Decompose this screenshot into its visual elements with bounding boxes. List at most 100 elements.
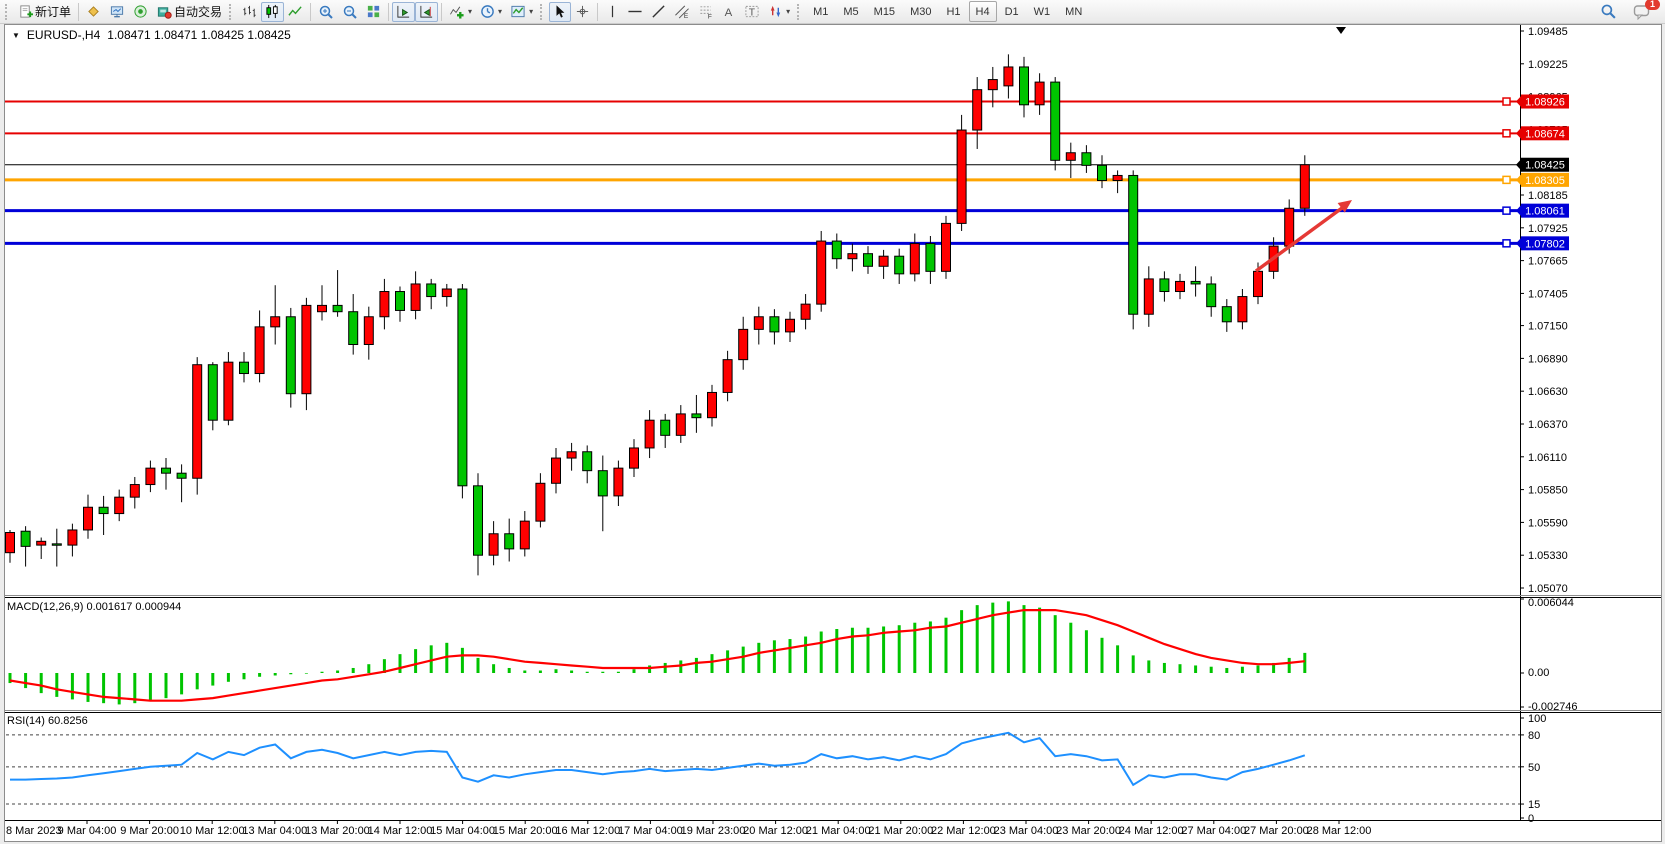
svg-text:28 Mar 12:00: 28 Mar 12:00 <box>1307 825 1372 837</box>
svg-text:1.08674: 1.08674 <box>1525 128 1565 140</box>
fibonacci-button[interactable]: F <box>694 2 718 22</box>
templates-button[interactable]: ▾ <box>506 2 537 22</box>
text-button[interactable]: A <box>718 2 740 22</box>
signal-icon <box>133 4 148 19</box>
search-icon <box>1600 3 1617 20</box>
svg-text:1.09225: 1.09225 <box>1528 59 1568 71</box>
price-tag-1.08926: 1.08926 <box>1516 95 1569 109</box>
svg-text:1.08926: 1.08926 <box>1525 97 1565 109</box>
timeframe-toolbar: M1M5M15M30H1H4D1W1MN <box>806 1 1089 22</box>
svg-text:27 Mar 04:00: 27 Mar 04:00 <box>1181 825 1246 837</box>
timeframe-button-m15[interactable]: M15 <box>867 1 902 22</box>
autotrading-button[interactable]: 自动交易 <box>152 2 226 22</box>
svg-text:-0.002746: -0.002746 <box>1528 701 1578 713</box>
svg-text:0.006044: 0.006044 <box>1528 597 1574 609</box>
indicators-button[interactable]: ▾ <box>445 2 476 22</box>
svg-text:100: 100 <box>1528 713 1546 725</box>
periods-button[interactable]: ▾ <box>476 2 506 22</box>
terminal-button[interactable] <box>105 2 129 22</box>
channel-icon: E <box>674 4 690 19</box>
vertical-line-icon <box>606 4 619 19</box>
svg-text:22 Mar 12:00: 22 Mar 12:00 <box>931 825 996 837</box>
svg-text:1.06890: 1.06890 <box>1528 353 1568 365</box>
toolbar-separator <box>441 3 442 21</box>
timeframe-button-m1[interactable]: M1 <box>806 1 835 22</box>
candlestick-chart-icon <box>265 4 280 19</box>
tile-windows-button[interactable] <box>362 2 385 22</box>
tile-windows-icon <box>366 4 381 19</box>
toolbar-grip[interactable] <box>540 4 546 20</box>
toolbar-grip[interactable] <box>5 4 11 20</box>
svg-text:1.07150: 1.07150 <box>1528 321 1568 333</box>
dropdown-arrow-icon: ▾ <box>529 7 533 16</box>
svg-text:19 Mar 23:00: 19 Mar 23:00 <box>681 825 746 837</box>
chart-title: ▼ EURUSD-,H4 1.08471 1.08471 1.08425 1.0… <box>12 28 291 42</box>
one-click-trading-toggle[interactable]: ▼ <box>12 31 20 40</box>
toolbar-separator <box>388 3 389 21</box>
chart-window[interactable]: 1.094851.092251.089651.087051.084451.081… <box>0 24 1665 844</box>
chart-canvas[interactable]: 1.094851.092251.089651.087051.084451.081… <box>0 24 1665 844</box>
horizontal-line-button[interactable] <box>623 2 647 22</box>
svg-text:21 Mar 20:00: 21 Mar 20:00 <box>868 825 933 837</box>
svg-text:24 Mar 12:00: 24 Mar 12:00 <box>1119 825 1184 837</box>
line-chart-button[interactable] <box>284 2 307 22</box>
svg-text:1.05590: 1.05590 <box>1528 517 1568 529</box>
rsi-indicator-label: RSI(14) 60.8256 <box>7 715 88 727</box>
monitor-icon <box>109 4 125 19</box>
svg-text:14 Mar 12:00: 14 Mar 12:00 <box>368 825 433 837</box>
timeframe-button-h1[interactable]: H1 <box>939 1 967 22</box>
svg-text:15 Mar 04:00: 15 Mar 04:00 <box>430 825 495 837</box>
chart-shift-icon <box>419 4 434 19</box>
fibonacci-icon: F <box>698 4 714 19</box>
bar-chart-button[interactable] <box>238 2 261 22</box>
arrows-button[interactable]: ▾ <box>764 2 794 22</box>
equidistant-channel-button[interactable]: E <box>670 2 694 22</box>
svg-text:13 Mar 20:00: 13 Mar 20:00 <box>305 825 370 837</box>
timeframe-button-h4[interactable]: H4 <box>969 1 997 22</box>
svg-text:80: 80 <box>1528 730 1540 742</box>
dropdown-arrow-icon: ▾ <box>498 7 502 16</box>
trendline-button[interactable] <box>647 2 670 22</box>
crosshair-icon <box>575 4 590 19</box>
svg-text:15: 15 <box>1528 799 1540 811</box>
crosshair-button[interactable] <box>571 2 594 22</box>
timeframe-button-m5[interactable]: M5 <box>836 1 865 22</box>
text-label-button[interactable]: T <box>740 2 764 22</box>
svg-text:1.05850: 1.05850 <box>1528 485 1568 497</box>
zoom-in-button[interactable] <box>314 2 338 22</box>
svg-text:1.07405: 1.07405 <box>1528 288 1568 300</box>
market-watch-button[interactable] <box>82 2 105 22</box>
candlestick-chart-button[interactable] <box>261 2 284 22</box>
toolbar-grip[interactable] <box>797 4 803 20</box>
price-tag-1.08425: 1.08425 <box>1516 158 1569 172</box>
toolbar-right-group: 1 <box>1596 2 1655 22</box>
new-order-icon <box>18 4 33 19</box>
signals-button[interactable] <box>129 2 152 22</box>
auto-scroll-button[interactable] <box>392 2 415 22</box>
svg-text:1.06630: 1.06630 <box>1528 386 1568 398</box>
macd-values: 0.001617 0.000944 <box>86 601 181 613</box>
timeframe-button-m30[interactable]: M30 <box>903 1 938 22</box>
new-order-button[interactable]: 新订单 <box>14 2 75 22</box>
toolbar-separator <box>310 3 311 21</box>
timeframe-button-mn[interactable]: MN <box>1058 1 1089 22</box>
svg-text:1.08425: 1.08425 <box>1525 160 1565 172</box>
svg-text:A: A <box>725 7 733 19</box>
search-button[interactable] <box>1596 2 1621 22</box>
horizontal-line-icon <box>627 4 643 19</box>
bar-chart-icon <box>242 4 257 19</box>
chart-ohlc-values: 1.08471 1.08471 1.08425 1.08425 <box>107 28 291 42</box>
line-chart-icon <box>288 4 303 19</box>
chart-shift-button[interactable] <box>415 2 438 22</box>
cursor-button[interactable] <box>549 2 571 22</box>
mt4-window: 新订单 自动交易 <box>0 0 1665 844</box>
toolbar-grip[interactable] <box>229 4 235 20</box>
vertical-line-button[interactable] <box>601 2 623 22</box>
zoom-out-button[interactable] <box>338 2 362 22</box>
svg-text:9 Mar 04:00: 9 Mar 04:00 <box>58 825 117 837</box>
notifications-button[interactable]: 1 <box>1629 2 1655 22</box>
svg-text:16 Mar 12:00: 16 Mar 12:00 <box>555 825 620 837</box>
svg-text:21 Mar 04:00: 21 Mar 04:00 <box>806 825 871 837</box>
timeframe-button-w1[interactable]: W1 <box>1027 1 1058 22</box>
timeframe-button-d1[interactable]: D1 <box>998 1 1026 22</box>
